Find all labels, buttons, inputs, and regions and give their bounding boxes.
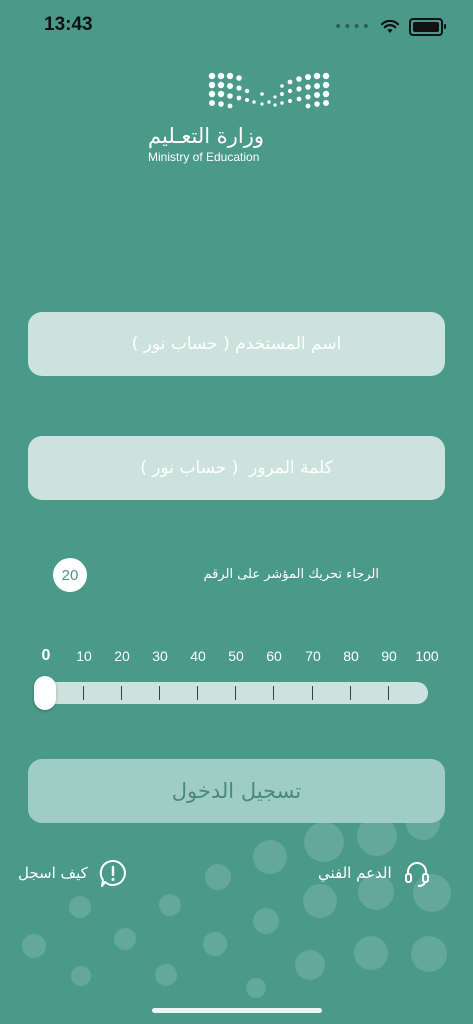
decor-bubble: [155, 964, 177, 986]
decor-bubble: [71, 966, 91, 986]
tick-label: 60: [266, 648, 282, 664]
tick-label: 20: [114, 648, 130, 664]
login-button[interactable]: تسجيل الدخول: [28, 759, 445, 823]
track-mark: [273, 686, 274, 700]
battery-icon: [409, 18, 446, 36]
slider-track[interactable]: [34, 682, 428, 704]
decor-bubble: [295, 950, 325, 980]
slider-hint: الرجاء تحريك المؤشر على الرقم: [203, 567, 379, 582]
support-label: الدعم الفني: [318, 864, 392, 882]
decor-bubble: [304, 822, 344, 862]
decor-bubble: [253, 840, 287, 874]
how-to-register-label: كيف اسجل: [18, 864, 88, 882]
decor-bubble: [303, 884, 337, 918]
home-indicator[interactable]: [152, 1008, 322, 1013]
ministry-name-english: Ministry of Education: [148, 150, 260, 164]
track-mark: [83, 686, 84, 700]
track-mark: [312, 686, 313, 700]
tick-label: 70: [305, 648, 321, 664]
decor-bubble: [203, 932, 227, 956]
decor-bubble: [69, 896, 91, 918]
tick-label: 50: [228, 648, 244, 664]
support-link[interactable]: الدعم الفني: [318, 858, 432, 888]
signal-dots-icon: ••••: [333, 19, 371, 35]
tick-label: 0: [41, 647, 51, 664]
status-icons: ••••: [333, 18, 446, 36]
how-to-register-link[interactable]: كيف اسجل: [18, 858, 128, 888]
decor-bubble: [114, 928, 136, 950]
tick-label: 30: [152, 648, 168, 664]
track-mark: [197, 686, 198, 700]
slider-thumb[interactable]: [34, 676, 56, 710]
decor-bubble: [354, 936, 388, 970]
tick-label: 90: [381, 648, 397, 664]
password-input[interactable]: [28, 436, 445, 500]
track-mark: [235, 686, 236, 700]
decor-bubble: [411, 936, 447, 972]
tick-label: 10: [76, 648, 92, 664]
headset-icon: [404, 862, 429, 887]
tick-label: 100: [415, 648, 439, 664]
decor-bubble: [253, 908, 279, 934]
decor-bubble: [246, 978, 266, 998]
tick-label: 80: [343, 648, 359, 664]
decor-bubble: [22, 934, 46, 958]
wifi-icon: [381, 20, 399, 33]
track-mark: [121, 686, 122, 700]
target-number-badge: 20: [53, 558, 87, 592]
track-mark: [159, 686, 160, 700]
track-mark: [388, 686, 389, 700]
alert-bubble-icon: [99, 859, 126, 887]
tick-label: 40: [190, 648, 206, 664]
ministry-logo-mark: [208, 72, 330, 109]
slider-tick-labels: 0 10 20 30 40 50 60 70 80 90 100: [36, 647, 439, 668]
status-time: 13:43: [44, 14, 93, 35]
username-input[interactable]: [28, 312, 445, 376]
track-mark: [350, 686, 351, 700]
status-bar: 13:43 ••••: [0, 0, 473, 54]
ministry-name-arabic: وزارة التعـليم: [148, 124, 265, 148]
decor-bubble: [159, 894, 181, 916]
decor-bubble: [205, 864, 231, 890]
